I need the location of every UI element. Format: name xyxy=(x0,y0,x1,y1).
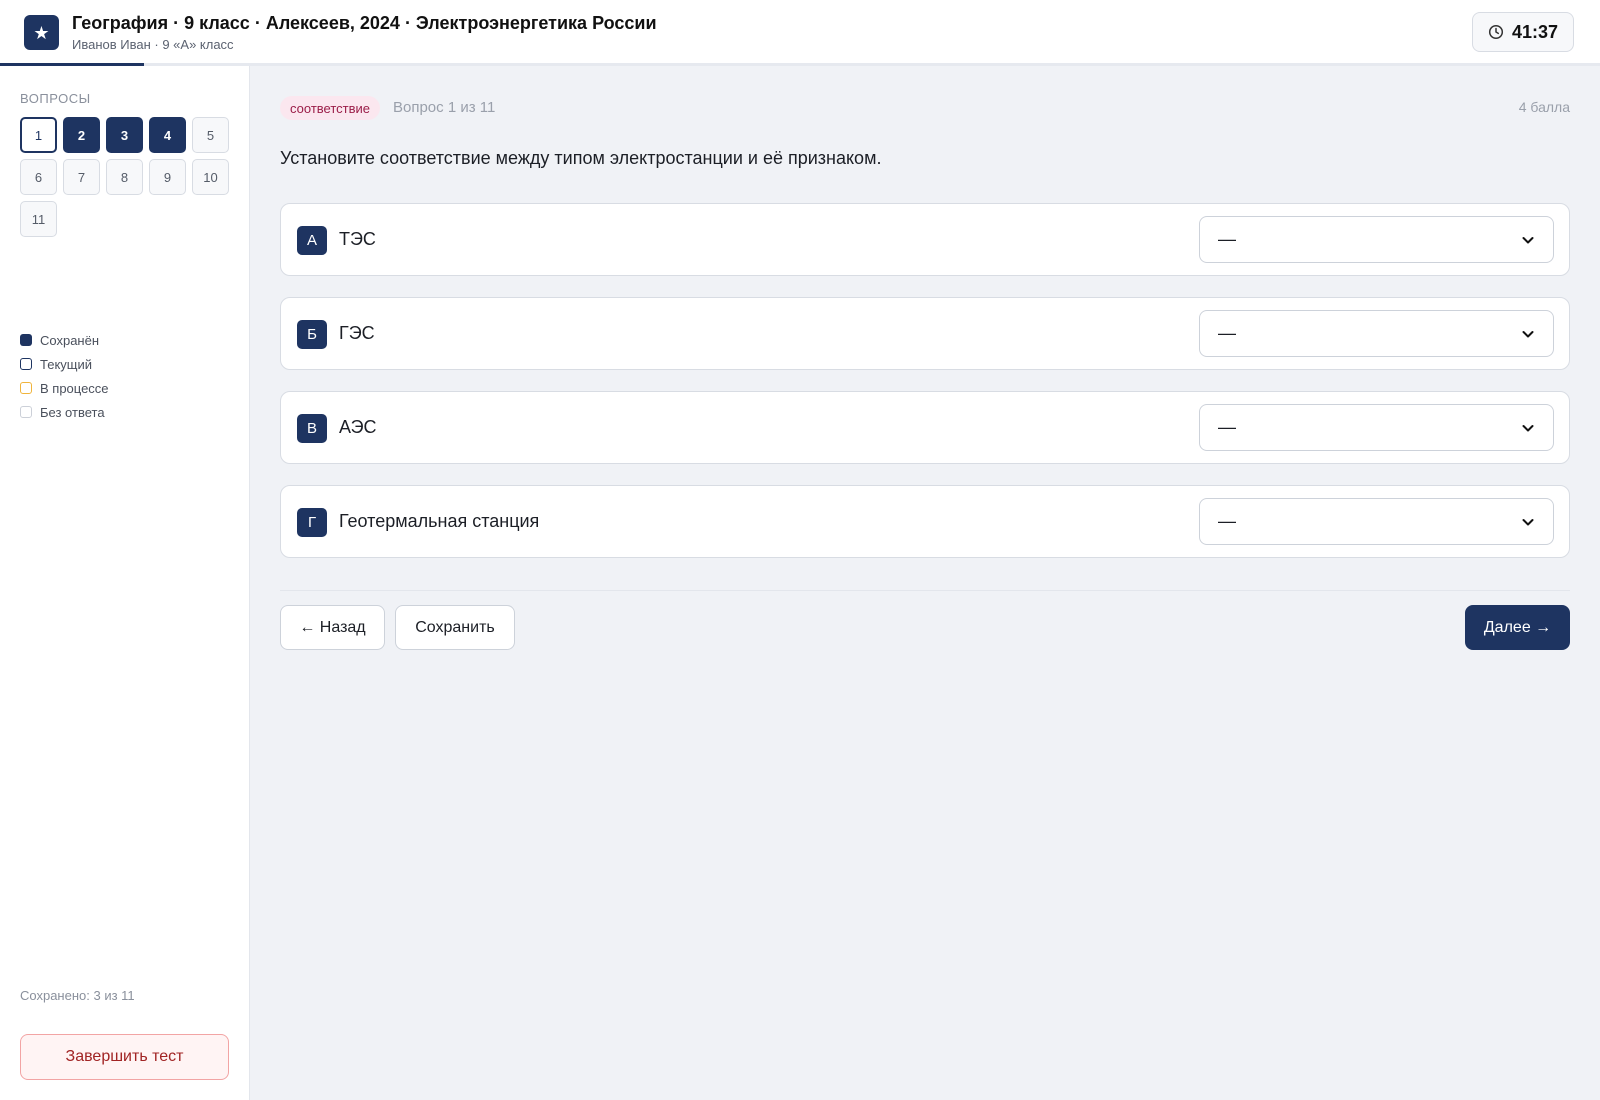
row-letter-badge: В xyxy=(297,414,327,443)
legend-current: Текущий xyxy=(20,352,109,376)
legend-current-label: Текущий xyxy=(40,356,92,372)
sidebar: ВОПРОСЫ 1 2 3 4 5 6 7 8 9 10 11 Сохранён Текущий В… xyxy=(0,66,250,1100)
star-logo-icon: ★ xyxy=(24,15,59,50)
student-info: Иванов Иван · 9 «А» класс xyxy=(72,37,234,52)
match-select-g[interactable]: — xyxy=(1199,498,1554,545)
status-legend: Сохранён Текущий В процессе Без ответа xyxy=(20,328,109,424)
match-row-g: Г Геотермальная станция — xyxy=(280,485,1570,558)
timer-value: 41:37 xyxy=(1511,21,1559,42)
row-label: ГЭС xyxy=(339,323,375,343)
legend-unanswered: Без ответа xyxy=(20,400,109,424)
legend-saved-label: Сохранён xyxy=(40,332,100,348)
match-select-b[interactable]: — xyxy=(1199,310,1554,357)
select-value: — xyxy=(1218,511,1236,531)
next-button[interactable]: Далее → xyxy=(1465,605,1570,650)
top-bar: ★ География · 9 класс · Алексеев, 2024 ·… xyxy=(0,0,1600,64)
question-nav-11[interactable]: 11 xyxy=(20,201,57,237)
row-letter-badge: Г xyxy=(297,508,327,537)
timer: 41:37 xyxy=(1472,12,1574,52)
question-counter: Вопрос 1 из 11 xyxy=(393,99,496,116)
clock-icon xyxy=(1488,24,1504,40)
chevron-down-icon xyxy=(1522,236,1534,243)
question-grid: 1 2 3 4 5 6 7 8 9 10 11 xyxy=(20,117,232,237)
in-progress-swatch-icon xyxy=(20,382,32,394)
match-row-b: Б ГЭС — xyxy=(280,297,1570,370)
test-title: География · 9 класс · Алексеев, 2024 · Э… xyxy=(72,13,657,33)
chevron-down-icon xyxy=(1522,330,1534,337)
saved-swatch-icon xyxy=(20,334,32,346)
legend-saved: Сохранён xyxy=(20,328,109,352)
question-points: 4 балла xyxy=(1518,99,1570,115)
question-type-badge: соответствие xyxy=(280,96,380,120)
questions-heading: ВОПРОСЫ xyxy=(20,91,91,106)
divider xyxy=(280,590,1570,591)
saved-count: Сохранено: 3 из 11 xyxy=(20,988,135,1003)
row-label: АЭС xyxy=(339,417,377,437)
legend-in-progress: В процессе xyxy=(20,376,109,400)
question-nav-4[interactable]: 4 xyxy=(149,117,186,153)
question-nav-2[interactable]: 2 xyxy=(63,117,100,153)
back-button[interactable]: ← Назад xyxy=(280,605,385,650)
question-nav-3[interactable]: 3 xyxy=(106,117,143,153)
match-list: А ТЭС — Б ГЭС — В АЭС — Г Геотермальная … xyxy=(280,203,1570,579)
row-label: ТЭС xyxy=(339,229,376,249)
save-button[interactable]: Сохранить xyxy=(395,605,515,650)
unanswered-swatch-icon xyxy=(20,406,32,418)
match-row-v: В АЭС — xyxy=(280,391,1570,464)
question-nav-6[interactable]: 6 xyxy=(20,159,57,195)
current-swatch-icon xyxy=(20,358,32,370)
select-value: — xyxy=(1218,229,1236,249)
match-row-a: А ТЭС — xyxy=(280,203,1570,276)
row-label: Геотермальная станция xyxy=(339,511,540,531)
legend-in-progress-label: В процессе xyxy=(40,380,109,396)
row-letter-badge: А xyxy=(297,226,327,255)
title-block: География · 9 класс · Алексеев, 2024 · Э… xyxy=(72,13,657,52)
finish-test-button[interactable]: Завершить тест xyxy=(20,1034,229,1080)
legend-unanswered-label: Без ответа xyxy=(40,404,105,420)
question-nav-10[interactable]: 10 xyxy=(192,159,229,195)
question-text: Установите соответствие между типом элек… xyxy=(280,148,882,168)
logo-glyph: ★ xyxy=(33,22,50,43)
select-value: — xyxy=(1218,417,1236,437)
question-nav-1[interactable]: 1 xyxy=(20,117,57,153)
question-nav-5[interactable]: 5 xyxy=(192,117,229,153)
question-nav-8[interactable]: 8 xyxy=(106,159,143,195)
question-meta: соответствие Вопрос 1 из 11 4 балла xyxy=(280,96,1570,120)
row-letter-badge: Б xyxy=(297,320,327,349)
match-select-a[interactable]: — xyxy=(1199,216,1554,263)
chevron-down-icon xyxy=(1522,424,1534,431)
question-nav-9[interactable]: 9 xyxy=(149,159,186,195)
question-nav-7[interactable]: 7 xyxy=(63,159,100,195)
select-value: — xyxy=(1218,323,1236,343)
match-select-v[interactable]: — xyxy=(1199,404,1554,451)
chevron-down-icon xyxy=(1522,518,1534,525)
